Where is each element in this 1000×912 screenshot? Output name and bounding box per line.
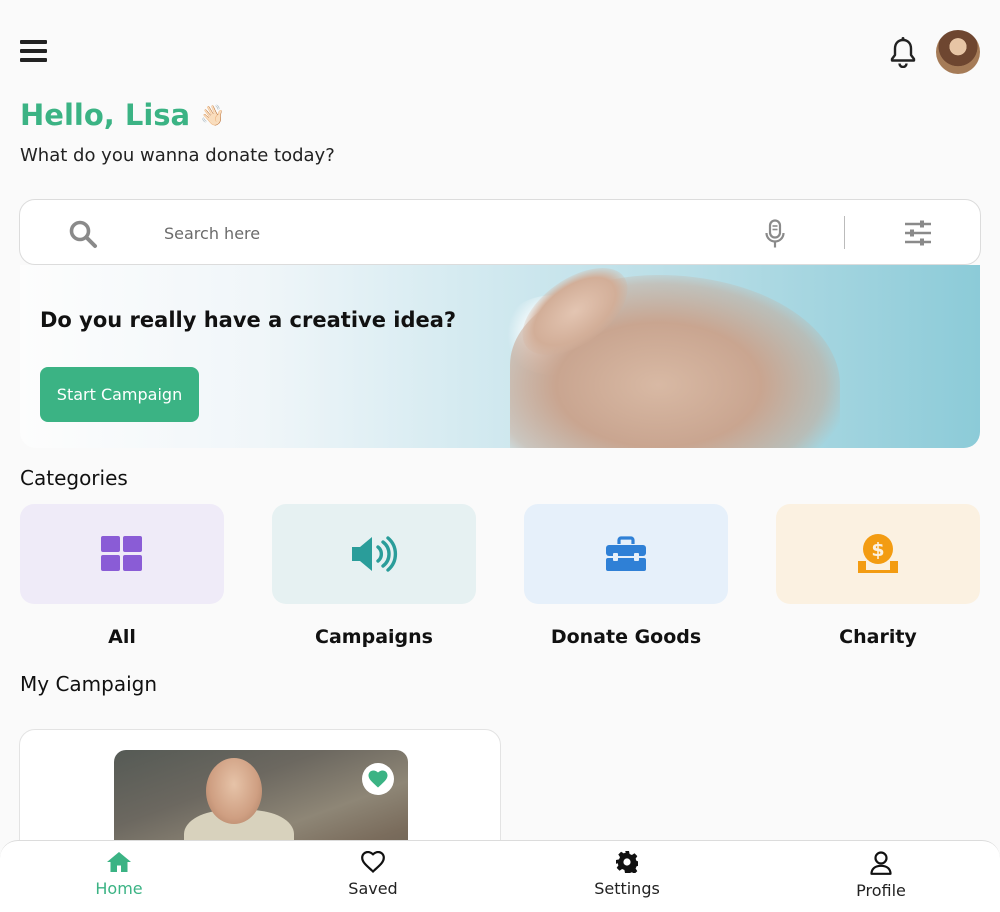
category-charity-label: Charity [839,626,917,648]
microphone-icon[interactable] [764,219,786,249]
category-charity-tile[interactable]: $ [776,504,980,604]
nav-saved-label: Saved [348,879,398,898]
promo-banner: Do you really have a creative idea? Star… [20,265,980,448]
category-all[interactable]: All [20,504,224,648]
user-avatar[interactable] [936,30,980,74]
category-campaigns-tile[interactable] [272,504,476,604]
megaphone-icon [352,536,398,572]
hamburger-menu-icon[interactable] [20,40,47,63]
user-icon [870,851,892,875]
heart-filled-icon [368,770,388,788]
category-campaigns[interactable]: Campaigns [272,504,476,648]
gear-icon [616,851,638,873]
waving-hand-icon: 👋🏻 [200,103,226,127]
search-input[interactable] [164,218,724,248]
filter-sliders-icon[interactable] [904,220,932,246]
category-all-tile[interactable] [20,504,224,604]
heart-icon [361,851,385,873]
search-divider [844,216,845,249]
category-donate-goods-label: Donate Goods [550,626,702,648]
nav-home[interactable]: Home [59,851,179,898]
top-bar [20,28,980,76]
category-donate-goods-tile[interactable] [524,504,728,604]
banner-title: Do you really have a creative idea? [40,308,457,332]
notification-bell-icon[interactable] [888,36,918,69]
greeting-heading: Hello, Lisa 👋🏻 [20,98,225,132]
category-charity[interactable]: $ Charity [776,504,980,648]
greeting-text: Hello, Lisa [20,98,191,132]
grid-icon [101,536,142,571]
bottom-navigation: Home Saved Settings Profile [0,840,1000,912]
campaign-photo-child-face [206,758,262,824]
coin-hand-icon: $ [858,534,898,573]
search-bar [19,199,981,265]
greeting-subtitle: What do you wanna donate today? [20,145,335,166]
nav-settings-label: Settings [594,879,660,898]
favorite-button[interactable] [362,763,394,795]
nav-settings[interactable]: Settings [567,851,687,898]
categories-title: Categories [20,466,128,490]
svg-text:$: $ [871,539,884,561]
nav-home-label: Home [95,879,143,898]
category-all-label: All [108,626,136,648]
nav-profile[interactable]: Profile [821,851,941,900]
nav-saved[interactable]: Saved [313,851,433,898]
category-donate-goods[interactable]: Donate Goods [524,504,728,648]
my-campaign-title: My Campaign [20,672,158,696]
home-icon [107,852,131,872]
start-campaign-button[interactable]: Start Campaign [40,367,199,422]
search-icon[interactable] [68,219,98,249]
category-campaigns-label: Campaigns [315,626,433,648]
toolbox-icon [606,536,646,571]
nav-profile-label: Profile [856,881,906,900]
